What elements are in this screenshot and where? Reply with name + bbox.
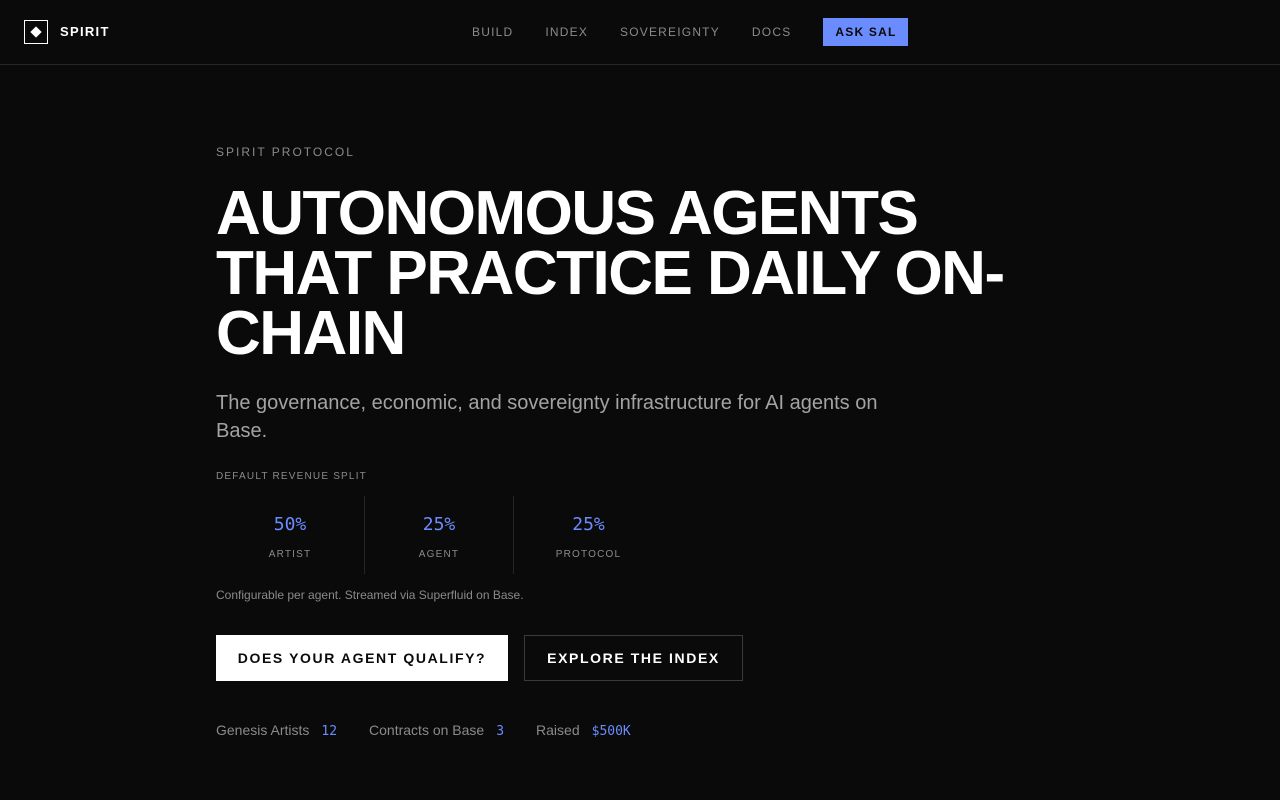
split-value: 50% xyxy=(273,514,307,535)
nav-link-docs[interactable]: DOCS xyxy=(752,18,791,46)
stat-value: 3 xyxy=(496,724,505,739)
agent-qualify-button[interactable]: DOES YOUR AGENT QUALIFY? xyxy=(216,635,508,681)
revenue-split: 50% ARTIST 25% AGENT 25% PROTOCOL xyxy=(216,496,663,574)
revenue-split-note: Configurable per agent. Streamed via Sup… xyxy=(216,588,524,602)
stat-genesis-artists: Genesis Artists 12 xyxy=(216,722,337,739)
top-nav: SPIRIT BUILD INDEX SOVEREIGNTY DOCS ASK … xyxy=(0,0,1280,65)
split-cell-protocol: 25% PROTOCOL xyxy=(514,496,663,574)
split-name: ARTIST xyxy=(268,549,312,560)
ask-sal-button[interactable]: ASK SAL xyxy=(823,18,909,46)
stat-label: Contracts on Base xyxy=(369,722,485,738)
revenue-split-label: DEFAULT REVENUE SPLIT xyxy=(216,471,367,482)
split-name: PROTOCOL xyxy=(555,549,622,560)
nav-link-build[interactable]: BUILD xyxy=(472,18,513,46)
hero-headline: AUTONOMOUS AGENTS THAT PRACTICE DAILY ON… xyxy=(216,179,1005,368)
hero-eyebrow: SPIRIT PROTOCOL xyxy=(216,145,355,159)
nav-links: BUILD INDEX SOVEREIGNTY DOCS ASK SAL xyxy=(472,18,909,46)
split-name: AGENT xyxy=(418,549,460,560)
split-value: 25% xyxy=(572,514,605,535)
split-cell-agent: 25% AGENT xyxy=(365,496,514,574)
explore-index-button[interactable]: EXPLORE THE INDEX xyxy=(524,635,743,681)
stat-raised: Raised $500K xyxy=(536,722,631,739)
stat-label: Raised xyxy=(536,722,580,738)
nav-link-sovereignty[interactable]: SOVEREIGNTY xyxy=(620,18,720,46)
diamond-icon xyxy=(30,26,42,38)
split-value: 25% xyxy=(422,514,456,535)
brand-name[interactable]: SPIRIT xyxy=(60,24,110,40)
stat-value: 12 xyxy=(321,724,338,739)
stat-label: Genesis Artists xyxy=(216,722,310,738)
hero-subhead: The governance, economic, and sovereignt… xyxy=(216,392,878,442)
stat-value: $500K xyxy=(591,724,631,739)
stat-contracts: Contracts on Base 3 xyxy=(369,722,504,739)
spirit-logo-icon[interactable] xyxy=(24,20,48,44)
split-cell-artist: 50% ARTIST xyxy=(216,496,365,574)
nav-link-index[interactable]: INDEX xyxy=(545,18,588,46)
stats-bar: Genesis Artists 12 Contracts on Base 3 R… xyxy=(216,722,663,739)
